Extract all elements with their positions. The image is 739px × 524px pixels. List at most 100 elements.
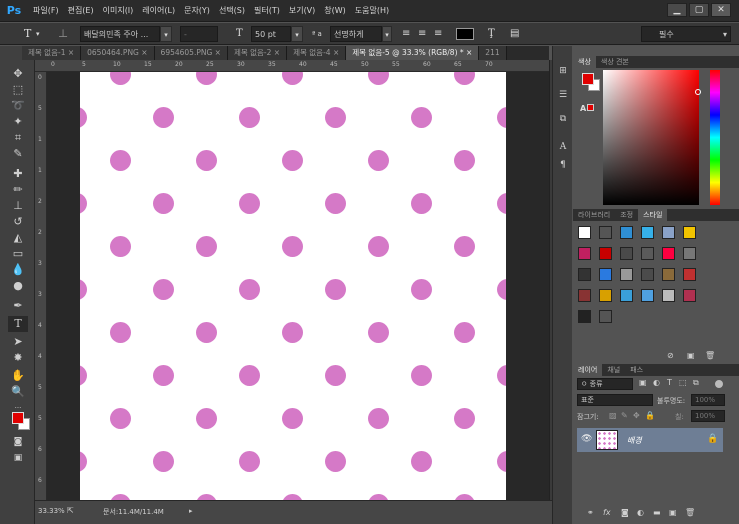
tab-0650464[interactable]: 0650464.PNG ×: [81, 46, 155, 60]
tab-untitled-4[interactable]: 제목 없음-4 ×: [287, 46, 347, 60]
style-swatch[interactable]: [578, 226, 591, 239]
clone-source-panel-icon[interactable]: ⧉: [556, 112, 570, 126]
custom-shape-tool-icon[interactable]: ✸: [8, 350, 28, 366]
filter-shape-icon[interactable]: ⬚: [679, 378, 687, 387]
style-swatch[interactable]: [620, 268, 633, 281]
style-swatch[interactable]: [599, 268, 612, 281]
blur-tool-icon[interactable]: 💧: [8, 262, 28, 278]
filter-toggle[interactable]: [715, 380, 723, 388]
tool-preset-dropdown-icon[interactable]: ▾: [36, 26, 40, 42]
text-color-swatch[interactable]: [456, 28, 474, 40]
tab-styles[interactable]: 스타일: [638, 209, 668, 221]
eraser-tool-icon[interactable]: ◭: [8, 230, 28, 246]
style-swatch[interactable]: [578, 268, 591, 281]
style-swatch[interactable]: [683, 247, 696, 260]
tab-libraries[interactable]: 라이브러리: [573, 209, 615, 221]
character-panel-mini-icon[interactable]: A: [556, 140, 570, 154]
align-left-icon[interactable]: ≡: [402, 26, 410, 42]
font-family-select[interactable]: 배달의민족 주아 ...: [80, 26, 160, 42]
style-swatch[interactable]: [683, 226, 696, 239]
style-swatch[interactable]: [599, 310, 612, 323]
lock-pixels-icon[interactable]: ✎: [621, 411, 628, 420]
type-tool-icon[interactable]: T: [24, 26, 31, 42]
dodge-tool-icon[interactable]: ●: [8, 278, 28, 294]
color-panel-foreground[interactable]: [582, 73, 594, 85]
minimize-button[interactable]: ▁: [667, 3, 687, 17]
style-swatch[interactable]: [641, 289, 654, 302]
maximize-button[interactable]: ▢: [689, 3, 709, 17]
layer-row-background[interactable]: 👁 배경 🔒: [577, 428, 723, 452]
font-family-chevron-icon[interactable]: ▾: [160, 26, 172, 42]
style-swatch[interactable]: [662, 268, 675, 281]
zoom-tool-icon[interactable]: 🔍: [8, 384, 28, 400]
menu-image[interactable]: 이미지(I): [103, 5, 134, 16]
link-layers-icon[interactable]: ⚭: [587, 508, 594, 517]
gradient-tool-icon[interactable]: ▭: [8, 246, 28, 262]
style-swatch[interactable]: [683, 268, 696, 281]
quick-mask-icon[interactable]: ◙: [8, 434, 28, 450]
path-selection-tool-icon[interactable]: ➤: [8, 334, 28, 350]
new-layer-icon[interactable]: ▣: [669, 508, 677, 517]
blend-mode-select[interactable]: 표준: [577, 394, 653, 406]
style-swatch[interactable]: [641, 247, 654, 260]
style-swatch[interactable]: [578, 247, 591, 260]
properties-panel-icon[interactable]: ☰: [556, 88, 570, 102]
adjustment-layer-icon[interactable]: ◐: [637, 508, 644, 517]
color-picker-field[interactable]: [603, 70, 701, 205]
pen-tool-icon[interactable]: ✒: [8, 298, 28, 314]
menu-type[interactable]: 문자(Y): [184, 5, 210, 16]
filter-type-icon[interactable]: T: [667, 378, 672, 387]
style-swatch[interactable]: [641, 226, 654, 239]
lock-position-icon[interactable]: ✥: [633, 411, 640, 420]
close-button[interactable]: ✕: [711, 3, 731, 17]
tab-adjustments[interactable]: 조정: [615, 209, 638, 221]
screen-mode-icon[interactable]: ▣: [8, 450, 28, 466]
opacity-input[interactable]: 100%: [691, 394, 725, 406]
type-tool-icon-active[interactable]: T: [8, 316, 28, 332]
menu-edit[interactable]: 편집(E): [68, 5, 94, 16]
workspace-select[interactable]: 필수 ▾: [641, 26, 731, 42]
align-center-icon[interactable]: ≡: [418, 26, 426, 42]
style-swatch[interactable]: [599, 226, 612, 239]
style-swatch[interactable]: [662, 289, 675, 302]
font-size-input[interactable]: 50 pt: [251, 26, 291, 42]
filter-pixel-icon[interactable]: ▣: [639, 378, 647, 387]
font-size-chevron-icon[interactable]: ▾: [291, 26, 303, 42]
document-canvas[interactable]: [80, 72, 506, 500]
delete-layer-icon[interactable]: 🗑: [685, 508, 695, 517]
export-icon[interactable]: ⇱: [67, 506, 74, 515]
marquee-tool-icon[interactable]: ⬚: [8, 82, 28, 98]
style-swatch[interactable]: [620, 247, 633, 260]
create-style-icon[interactable]: ⊘: [667, 351, 674, 360]
style-swatch[interactable]: [578, 310, 591, 323]
align-right-icon[interactable]: ≡: [434, 26, 442, 42]
delete-style-icon[interactable]: 🗑: [705, 351, 715, 360]
clone-stamp-tool-icon[interactable]: ⊥: [8, 198, 28, 214]
orientation-toggle-icon[interactable]: ⊥: [58, 26, 68, 42]
lock-all-icon[interactable]: 🔒: [645, 411, 655, 420]
warp-text-icon[interactable]: Ţ: [488, 26, 495, 42]
character-panel-icon[interactable]: ▤: [510, 26, 519, 42]
status-menu-arrow-icon[interactable]: ▸: [189, 507, 193, 515]
menu-help[interactable]: 도움말(H): [355, 5, 389, 16]
tab-211[interactable]: 211: [479, 46, 507, 60]
tab-channels[interactable]: 채널: [602, 364, 625, 376]
style-swatch[interactable]: [620, 226, 633, 239]
layer-name[interactable]: 배경: [627, 435, 642, 446]
style-swatch[interactable]: [662, 247, 675, 260]
style-swatch[interactable]: [620, 289, 633, 302]
menu-view[interactable]: 보기(V): [289, 5, 315, 16]
menu-window[interactable]: 창(W): [324, 5, 346, 16]
layer-filter-select[interactable]: ㅇ 종류: [577, 378, 633, 390]
style-swatch[interactable]: [578, 289, 591, 302]
style-swatch[interactable]: [599, 247, 612, 260]
tab-untitled-1[interactable]: 제목 없음-1 ×: [22, 46, 82, 60]
menu-filter[interactable]: 필터(T): [254, 5, 280, 16]
new-style-icon[interactable]: ▣: [687, 351, 695, 360]
healing-brush-tool-icon[interactable]: ✚: [8, 166, 28, 182]
filter-smart-icon[interactable]: ⧉: [693, 378, 699, 388]
lock-transparency-icon[interactable]: ▨: [609, 411, 617, 420]
add-mask-icon[interactable]: ◙: [621, 508, 629, 517]
layer-visibility-eye-icon[interactable]: 👁: [581, 434, 592, 444]
tab-layers[interactable]: 레이어: [573, 364, 603, 376]
